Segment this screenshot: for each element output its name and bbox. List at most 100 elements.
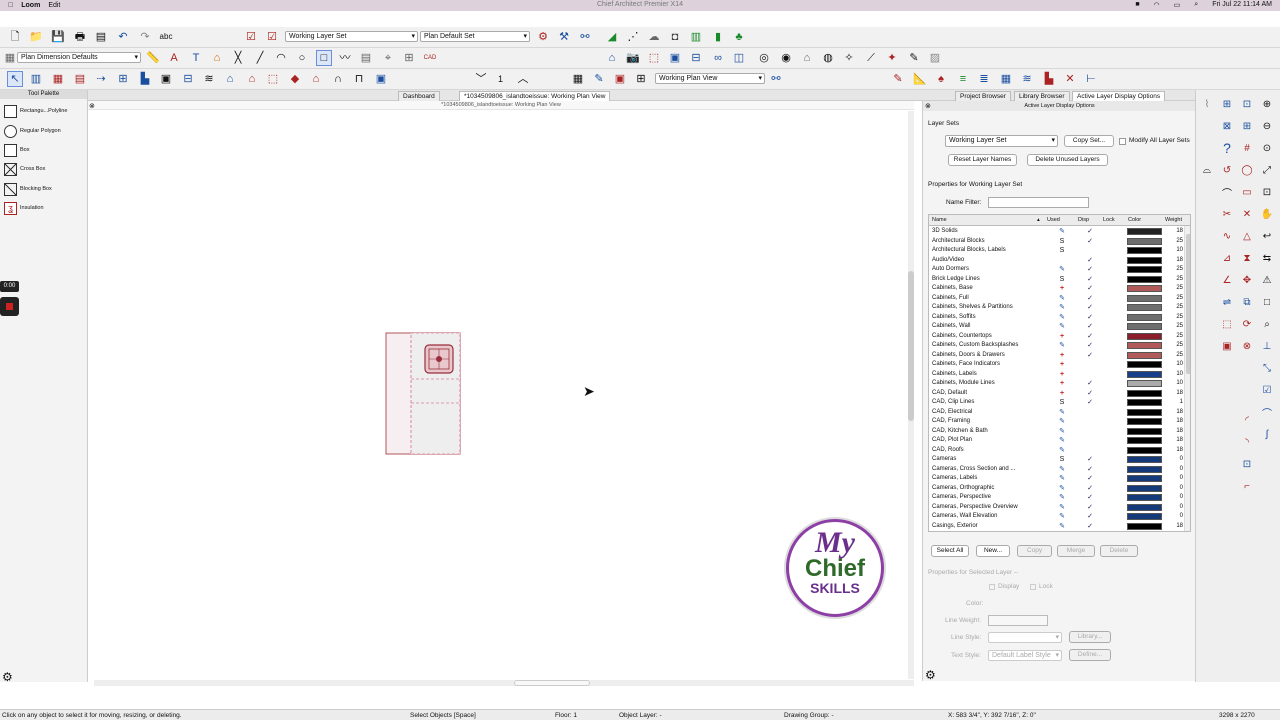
layer-color-swatch[interactable] [1127, 456, 1162, 463]
delete-icon[interactable]: ✕ [1239, 206, 1255, 222]
used-s-icon[interactable]: S [1057, 275, 1067, 285]
display-check-icon[interactable]: ✓ [1084, 455, 1096, 465]
view-tools-icon[interactable]: ⚯ [768, 71, 784, 87]
menu-app-loom[interactable]: Loom [21, 2, 40, 9]
terrain-icon[interactable]: ◢ [604, 29, 620, 45]
name-filter-input[interactable] [988, 197, 1089, 208]
render-icon[interactable]: ◉ [778, 50, 794, 66]
display-check-icon[interactable]: ✓ [1084, 313, 1096, 323]
used-plus-icon[interactable]: + [1057, 379, 1067, 389]
globe-icon[interactable]: ◍ [820, 50, 836, 66]
used-plus-icon[interactable]: + [1057, 332, 1067, 342]
ruler-icon[interactable]: ▤ [358, 50, 374, 66]
spline-icon[interactable]: ∿ [1219, 228, 1235, 244]
used-pen-icon[interactable]: ✎ [1057, 303, 1067, 313]
layer-row[interactable]: Cabinets, Doors & Drawers + ✓ 25 [929, 351, 1184, 361]
layer-color-swatch[interactable] [1127, 380, 1162, 387]
tab-plan[interactable]: *1034509806_islandtoeissue: Working Plan… [459, 91, 611, 101]
box-tool-icon[interactable]: □ [316, 50, 332, 66]
line-style-select[interactable] [988, 632, 1062, 643]
red-corner-icon[interactable]: ◝ [1239, 434, 1255, 450]
view-select[interactable]: Working Plan View [655, 73, 765, 84]
swap-view-icon[interactable]: ⇆ [1259, 250, 1275, 266]
display-check-icon[interactable]: ✓ [1084, 237, 1096, 247]
battery-icon[interactable]: ▭ [1174, 1, 1181, 9]
used-pen-icon[interactable]: ✎ [1057, 493, 1067, 503]
col-name[interactable]: Name [932, 217, 947, 223]
arc-icon[interactable]: ◠ [273, 50, 289, 66]
view-icon[interactable]: ◫ [731, 50, 747, 66]
layer-display-icon[interactable]: ☑ [243, 29, 259, 45]
used-pen-icon[interactable]: ✎ [1057, 265, 1067, 275]
print-icon[interactable]: 🖶 [72, 29, 88, 45]
col-color[interactable]: Color [1128, 217, 1141, 223]
layer-row[interactable]: Cabinets, Face Indicators +10 [929, 360, 1184, 370]
camera-icon[interactable]: 📷 [625, 50, 641, 66]
layer-color-swatch[interactable] [1127, 294, 1162, 302]
book-icon[interactable]: ▮ [710, 29, 726, 45]
measure-icon[interactable]: ⊞ [401, 50, 417, 66]
layer-color-swatch[interactable] [1127, 247, 1162, 254]
layer-color-swatch[interactable] [1127, 408, 1162, 416]
layer-row[interactable]: CAD, Electrical ✎ 18 [929, 408, 1184, 418]
palette-item-box[interactable]: Box [4, 143, 29, 157]
display-check-icon[interactable]: ✓ [1084, 275, 1096, 285]
layer-row[interactable]: Cabinets, Full ✎ ✓ 25 [929, 294, 1184, 304]
lock-checkbox[interactable] [1030, 584, 1036, 590]
used-pen-icon[interactable]: ✎ [1057, 446, 1067, 456]
display-check-icon[interactable]: ✓ [1084, 284, 1096, 294]
redo-icon[interactable]: ↷ [137, 29, 153, 45]
used-pen-icon[interactable]: ✎ [1057, 465, 1067, 475]
material-icon[interactable]: ▨ [927, 50, 943, 66]
layer-row[interactable]: Cabinets, Labels +10 [929, 370, 1184, 380]
rotate-icon[interactable]: ⟳ [1239, 316, 1255, 332]
layer-color-swatch[interactable] [1127, 522, 1162, 530]
text-icon[interactable]: T [188, 50, 204, 66]
modify-all-checkbox[interactable] [1119, 138, 1126, 145]
layer-color-swatch[interactable] [1127, 389, 1162, 397]
hand-pan-icon[interactable]: ✋ [1259, 206, 1275, 222]
bucket-icon[interactable]: ◘ [667, 29, 683, 45]
search-zoom-icon[interactable]: ⌕ [1259, 316, 1275, 332]
cloud-icon[interactable]: ☁ [646, 29, 662, 45]
select-box-icon[interactable]: ⬚ [1219, 316, 1235, 332]
copy-icon[interactable]: ⧉ [1239, 294, 1255, 310]
display-check-icon[interactable]: ✓ [1084, 265, 1096, 275]
layer-color-swatch[interactable] [1127, 228, 1162, 235]
layer-row[interactable]: CAD, Roofs ✎ 18 [929, 446, 1184, 456]
merge-layer-button[interactable]: Merge [1057, 545, 1095, 557]
display-check-icon[interactable]: ✓ [1084, 379, 1096, 389]
display-check-icon[interactable]: ✓ [1084, 503, 1096, 513]
help-icon[interactable]: ? [1219, 140, 1235, 156]
display-check-icon[interactable]: ✓ [1084, 389, 1096, 399]
palette-item-polygon[interactable]: Regular Polygon [4, 124, 61, 138]
save-view-icon[interactable]: ▣ [612, 71, 628, 87]
extend-icon[interactable]: ⤡ [1259, 360, 1275, 376]
layer-color-swatch[interactable] [1127, 304, 1162, 311]
scroll-thumb[interactable] [514, 680, 590, 686]
layer-row[interactable]: CAD, Clip Lines S ✓ 1 [929, 398, 1184, 408]
framing-icon[interactable]: ⊟ [180, 71, 196, 87]
layer-row[interactable]: Cameras, Perspective ✎ ✓ 0 [929, 493, 1184, 503]
elevation-icon[interactable]: ▥ [688, 29, 704, 45]
hourglass-icon[interactable]: ⧗ [1239, 250, 1255, 266]
zoom-out-icon[interactable]: ⊖ [1259, 118, 1275, 134]
used-pen-icon[interactable]: ✎ [1057, 322, 1067, 332]
tab-library-browser[interactable]: Library Browser [1014, 91, 1070, 101]
slab-icon[interactable]: ◆ [287, 71, 303, 87]
used-s-icon[interactable]: S [1057, 246, 1067, 256]
panel-gear-icon[interactable]: ⚙ [925, 668, 936, 682]
floor-down-icon[interactable]: ﹀ [473, 71, 489, 87]
polyline-icon[interactable]: 〰 [337, 50, 353, 66]
snap-object-icon[interactable]: ⊡ [1239, 96, 1255, 112]
break-icon[interactable]: ✂ [1219, 206, 1235, 222]
used-pen-icon[interactable]: ✎ [1057, 341, 1067, 351]
layer-props-icon[interactable]: ⚙ [535, 29, 551, 45]
select-all-button[interactable]: Select All [931, 545, 969, 557]
used-plus-icon[interactable]: + [1057, 351, 1067, 361]
sphere-icon[interactable]: ◎ [756, 50, 772, 66]
floor-up-icon[interactable]: ︿ [515, 71, 531, 87]
display-check-icon[interactable]: ✓ [1084, 398, 1096, 408]
palette-item-cross-box[interactable]: Cross Box [4, 162, 45, 176]
layer-row[interactable]: Casings, Exterior ✎ ✓ 18 [929, 522, 1184, 532]
